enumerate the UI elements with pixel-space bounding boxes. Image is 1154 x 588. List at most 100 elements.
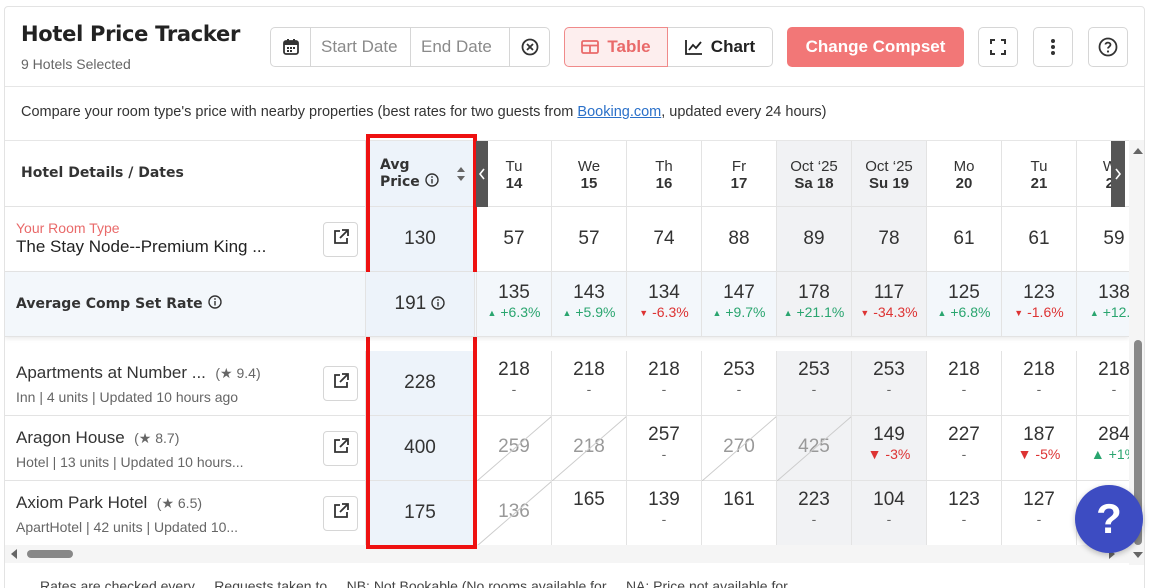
- table-header-row: Hotel Details / Dates Avg Price Tu 14 We 15 T…: [5, 141, 1129, 207]
- hotel-details-header: Hotel Details / Dates: [5, 141, 365, 206]
- price-change: -: [961, 381, 967, 397]
- change-arrow-icon: ▼: [1014, 308, 1024, 318]
- change-arrow-icon: ▲: [487, 308, 497, 318]
- price-value: 57: [503, 228, 525, 249]
- price-value: 253: [798, 359, 830, 380]
- booking-link[interactable]: Booking.com: [577, 104, 661, 120]
- price-value: 227: [948, 424, 980, 445]
- price-change: -: [811, 381, 817, 397]
- hotel-details: Apartments at Number ... (★ 9.4) Inn | 4…: [5, 351, 365, 415]
- table-view-button[interactable]: Table: [564, 27, 668, 67]
- info-icon[interactable]: [424, 173, 439, 190]
- help-button[interactable]: [1088, 27, 1128, 67]
- hotel-row: Apartments at Number ... (★ 9.4) Inn | 4…: [5, 351, 1129, 416]
- clear-dates-icon[interactable]: [510, 28, 549, 66]
- date-header-top: Tu: [505, 158, 523, 175]
- open-link-button[interactable]: [323, 222, 358, 257]
- horizontal-scrollbar[interactable]: [5, 545, 1129, 563]
- price-cell: 59: [1076, 207, 1129, 271]
- sort-icon[interactable]: [456, 166, 466, 182]
- price-cell: 61: [1001, 207, 1076, 271]
- open-link-button[interactable]: [323, 496, 358, 531]
- price-change: -: [961, 446, 967, 462]
- fullscreen-button[interactable]: [978, 27, 1018, 67]
- more-options-button[interactable]: [1033, 27, 1073, 67]
- change-compset-button[interactable]: Change Compset: [787, 27, 964, 67]
- hotel-name[interactable]: Apartments at Number ...: [16, 363, 206, 382]
- change-percent: +6.3%: [500, 304, 541, 320]
- open-link-button[interactable]: [323, 431, 358, 466]
- price-cell: 218-: [476, 351, 551, 415]
- chart-view-label: Chart: [710, 37, 756, 56]
- question-mark-icon: ?: [1096, 495, 1122, 542]
- price-value: 74: [653, 228, 675, 249]
- price-change: ▲ +1%: [1090, 446, 1129, 462]
- open-link-button[interactable]: [323, 366, 358, 401]
- date-header: We 15: [551, 141, 626, 206]
- avg-price-header[interactable]: Avg Price: [365, 141, 475, 206]
- price-value: 123: [948, 489, 980, 510]
- date-header-bottom: 14: [505, 175, 523, 192]
- price-cell: 123-: [926, 481, 1001, 545]
- date-header: Oct ‘25 Su 19: [851, 141, 926, 206]
- end-date-input[interactable]: [411, 28, 510, 66]
- hotel-details: Aragon House (★ 8.7) Hotel | 13 units | …: [5, 416, 365, 480]
- price-value: 89: [803, 228, 825, 249]
- date-header: Mo 20: [926, 141, 1001, 206]
- hotel-name[interactable]: Aragon House: [16, 428, 125, 447]
- date-header-top: Fr: [731, 158, 747, 175]
- price-cell: 253-: [851, 351, 926, 415]
- info-icon[interactable]: [431, 293, 446, 315]
- line-chart-icon: [684, 40, 702, 55]
- price-cell: 257-: [626, 416, 701, 480]
- date-header-bottom: Su 19: [868, 175, 910, 192]
- price-cell: 61: [926, 207, 1001, 271]
- more-vertical-icon: [1051, 39, 1055, 55]
- info-icon[interactable]: [207, 295, 222, 312]
- scroll-left-button[interactable]: [476, 141, 488, 207]
- change-arrow-icon: ▲: [937, 308, 947, 318]
- price-change: -: [661, 446, 667, 462]
- comp-price-cell: 147 ▲ +9.7%: [701, 272, 776, 336]
- price-value: 257: [648, 424, 680, 445]
- hotel-name-line: Apartments at Number ... (★ 9.4): [16, 363, 261, 382]
- price-value: 61: [953, 228, 975, 249]
- price-change: -: [1111, 381, 1117, 397]
- change-percent: +21.1%: [796, 304, 845, 320]
- chevron-left-icon: [478, 168, 485, 180]
- external-link-icon: [332, 228, 350, 251]
- date-header-bottom: 21: [1030, 175, 1048, 192]
- comp-price-cell: 134 ▼ -6.3%: [626, 272, 701, 336]
- price-value: 218: [498, 359, 530, 380]
- help-chat-button[interactable]: ?: [1075, 485, 1143, 553]
- price-cell: 259: [476, 416, 552, 481]
- your-room-avg-price: 130: [365, 207, 475, 271]
- price-cell: 227-: [926, 416, 1001, 480]
- hotels-selected-count: 9 Hotels Selected: [21, 56, 131, 72]
- date-header-top: Oct ‘25: [865, 158, 913, 175]
- change-percent: +12.2: [1102, 304, 1129, 320]
- price-cell: 223-: [776, 481, 851, 545]
- unavailable-slash: [477, 416, 552, 481]
- hotel-name[interactable]: Axiom Park Hotel: [16, 493, 147, 512]
- price-cell: 161: [701, 481, 776, 545]
- hotel-avg-price: 228: [365, 351, 475, 415]
- price-change: -: [886, 511, 892, 527]
- calendar-icon[interactable]: [271, 28, 311, 66]
- chart-view-button[interactable]: Chart: [668, 27, 773, 67]
- your-room-tag: Your Room Type: [16, 220, 120, 236]
- price-change: -: [661, 511, 667, 527]
- change-arrow-icon: ▼: [639, 308, 649, 318]
- price-change: -: [1036, 381, 1042, 397]
- start-date-input[interactable]: [311, 28, 411, 66]
- change-percent: -6.3%: [652, 304, 689, 320]
- price-cell: 218-: [1001, 351, 1076, 415]
- price-value: 218: [948, 359, 980, 380]
- price-value: 57: [578, 228, 600, 249]
- scroll-right-button[interactable]: [1111, 141, 1125, 207]
- price-value: 78: [878, 228, 900, 249]
- hotel-meta: ApartHotel | 42 units | Updated 10...: [16, 519, 239, 535]
- price-value: 138: [1098, 282, 1129, 303]
- price-change: -: [886, 381, 892, 397]
- price-value: 284: [1098, 424, 1129, 445]
